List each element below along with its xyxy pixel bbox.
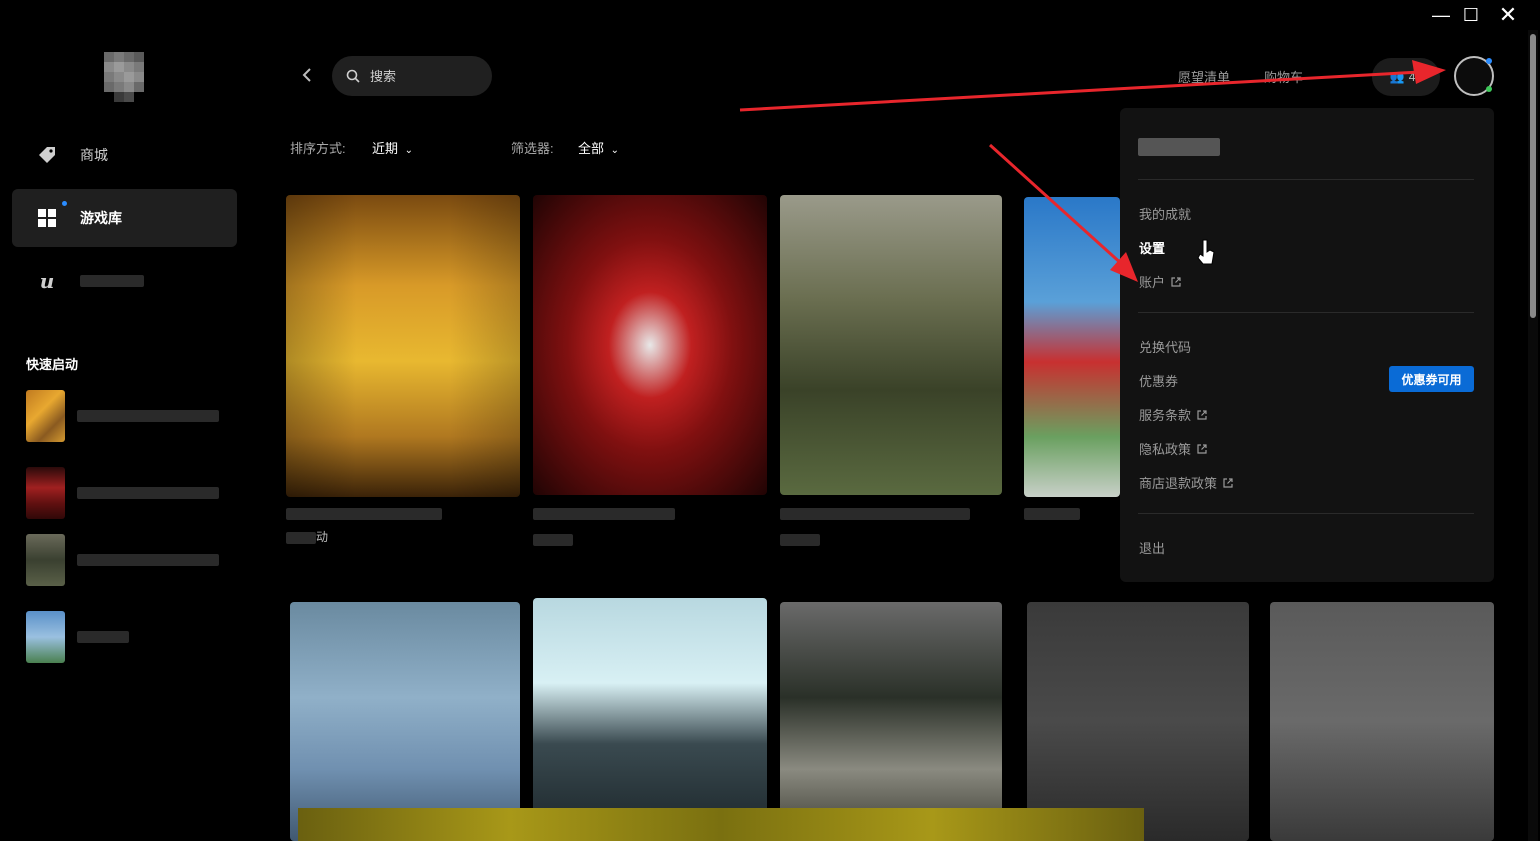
filter-value: 全部 <box>578 141 605 156</box>
divider <box>1138 312 1474 313</box>
menu-item-privacy[interactable]: 隐私政策 <box>1139 439 1207 458</box>
notification-dot <box>1486 58 1492 64</box>
blurred-label <box>77 410 219 422</box>
game-card[interactable] <box>780 195 1002 495</box>
sidebar: 商城 游戏库 u 快速启动 <box>0 0 250 841</box>
menu-item-refund[interactable]: 商店退款政策 <box>1139 473 1233 492</box>
blurred-label <box>80 275 144 287</box>
cart-link[interactable]: 购物车 <box>1264 67 1303 86</box>
scrollbar-thumb[interactable] <box>1530 34 1536 318</box>
blurred-label <box>77 554 219 566</box>
chevron-down-icon: ⌄ <box>610 145 620 156</box>
notification-dot <box>62 201 67 206</box>
quick-launch-title: 快速启动 <box>26 357 79 372</box>
search-input[interactable] <box>370 68 480 84</box>
sort-dropdown[interactable]: 近期 ⌄ <box>372 138 413 157</box>
menu-item-label: 商店退款政策 <box>1139 476 1218 491</box>
game-thumbnail <box>26 534 65 586</box>
external-link-icon <box>1197 409 1207 420</box>
menu-item-logout[interactable]: 退出 <box>1139 538 1165 557</box>
game-card[interactable] <box>1024 197 1120 497</box>
external-link-icon <box>1171 276 1181 287</box>
game-card[interactable] <box>286 195 520 497</box>
sidebar-item-label: 游戏库 <box>80 210 122 226</box>
search-box[interactable] <box>332 56 492 96</box>
menu-item-terms[interactable]: 服务条款 <box>1139 405 1207 424</box>
game-thumbnail <box>26 467 65 519</box>
menu-item-coupons[interactable]: 优惠券 <box>1139 371 1178 390</box>
search-icon <box>346 69 360 83</box>
grid-icon <box>36 207 58 229</box>
menu-item-label: 服务条款 <box>1139 408 1192 423</box>
annotation-arrow <box>739 70 1421 112</box>
game-title <box>286 508 442 520</box>
sidebar-item-library[interactable]: 游戏库 <box>12 189 237 247</box>
chevron-left-icon <box>302 68 311 82</box>
game-card[interactable] <box>780 602 1002 841</box>
game-thumbnail <box>26 611 65 663</box>
unreal-icon: u <box>39 269 55 293</box>
username <box>1138 138 1220 156</box>
game-subtitle <box>780 534 820 546</box>
filter-label: 筛选器: <box>511 141 554 156</box>
friends-count: 45 <box>1408 70 1423 84</box>
wishlist-link[interactable]: 愿望清单 <box>1178 67 1230 86</box>
menu-item-account[interactable]: 账户 <box>1139 272 1181 291</box>
sidebar-item-unreal[interactable]: u <box>12 252 237 310</box>
quick-launch-item[interactable] <box>26 610 236 664</box>
game-subtitle: 动 <box>286 528 328 545</box>
blurred-label <box>77 631 129 643</box>
filter-dropdown[interactable]: 全部 ⌄ <box>578 138 619 157</box>
tag-icon <box>36 144 58 166</box>
game-title <box>533 508 675 520</box>
yellow-banner <box>298 808 1144 841</box>
quick-launch-item[interactable] <box>26 466 236 520</box>
sort-value: 近期 <box>372 141 399 156</box>
maximize-button[interactable]: ☐ <box>1458 4 1484 26</box>
friends-button[interactable]: 👥 45 <box>1372 58 1440 96</box>
account-menu: 我的成就 设置 账户 兑换代码 优惠券 优惠券可用 服务条款 隐私政策 商店退款… <box>1120 108 1494 582</box>
menu-item-label: 隐私政策 <box>1139 442 1192 457</box>
chevron-down-icon: ⌄ <box>404 145 414 156</box>
game-card[interactable] <box>1270 602 1494 841</box>
game-card[interactable] <box>290 602 520 841</box>
sidebar-item-store[interactable]: 商城 <box>12 126 237 184</box>
game-card[interactable] <box>1027 602 1249 841</box>
game-title <box>780 508 970 520</box>
menu-item-achievements[interactable]: 我的成就 <box>1139 204 1191 223</box>
divider <box>1138 513 1474 514</box>
logo <box>104 52 144 104</box>
online-status-dot <box>1486 86 1492 92</box>
menu-item-settings[interactable]: 设置 <box>1139 238 1165 257</box>
sidebar-item-label: 商城 <box>80 147 108 163</box>
friends-icon: 👥 <box>1389 70 1405 84</box>
menu-item-label: 账户 <box>1139 275 1166 290</box>
close-button[interactable]: ✕ <box>1495 2 1521 27</box>
game-title <box>1024 508 1080 520</box>
sort-label: 排序方式: <box>290 141 346 156</box>
game-card[interactable] <box>533 195 767 495</box>
back-button[interactable] <box>296 64 318 86</box>
minimize-button[interactable]: — <box>1428 4 1454 26</box>
blurred-label <box>77 487 219 499</box>
external-link-icon <box>1223 477 1233 488</box>
external-link-icon <box>1197 443 1207 454</box>
menu-item-redeem[interactable]: 兑换代码 <box>1139 337 1191 356</box>
game-card[interactable] <box>533 598 767 841</box>
game-subtitle <box>533 534 573 546</box>
quick-launch-item[interactable] <box>26 389 236 443</box>
coupon-available-badge[interactable]: 优惠券可用 <box>1389 366 1474 392</box>
game-thumbnail <box>26 390 65 442</box>
quick-launch-item[interactable] <box>26 533 236 587</box>
divider <box>1138 179 1474 180</box>
